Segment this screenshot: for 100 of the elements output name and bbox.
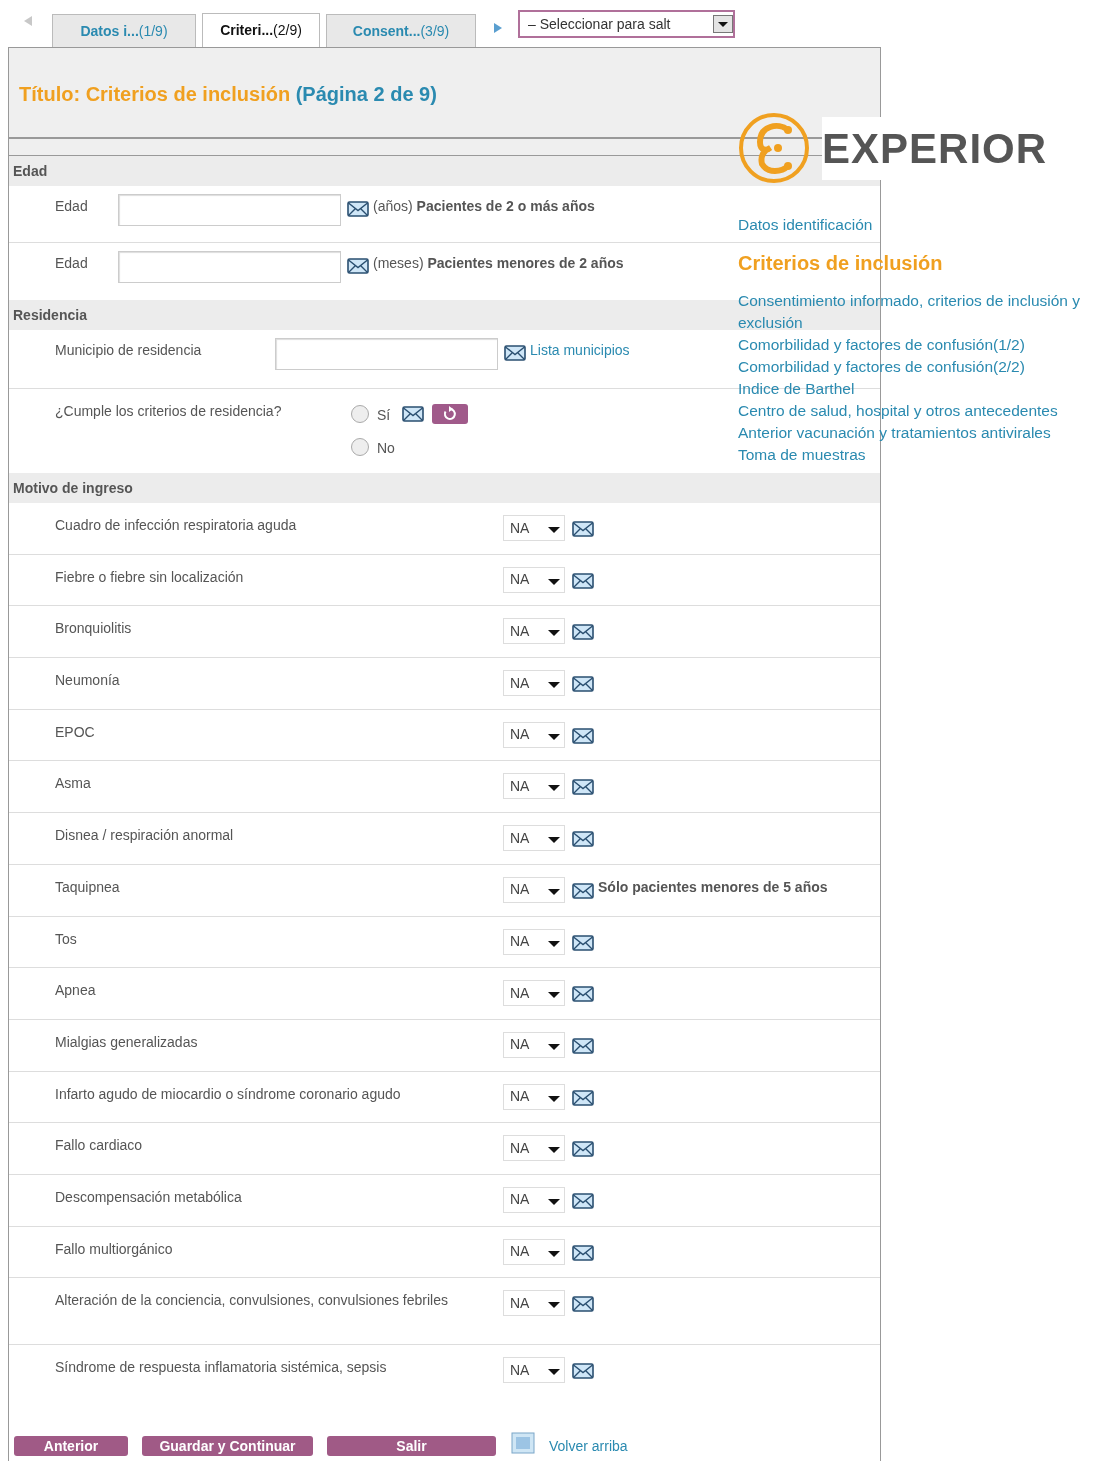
caret-icon[interactable] [546,1196,562,1207]
caret-icon[interactable] [546,1145,562,1156]
select-field[interactable]: NA [503,1357,565,1384]
form-button[interactable]: Salir [327,1436,496,1456]
envelope-icon[interactable] [572,779,594,796]
envelope-icon[interactable] [572,831,594,848]
back-to-top-link[interactable]: Volver arriba [549,1435,628,1457]
sidebar-link[interactable]: Toma de muestras [738,444,1120,466]
envelope-icon[interactable] [572,572,594,589]
field-label: Alteración de la conciencia, convulsiones, convulsiones febriles [55,1291,449,1311]
field-label: Asma [55,774,92,794]
field-label: Síndrome de respuesta inflamatoria sistémica, sepsis [55,1358,388,1378]
envelope-icon[interactable] [572,1089,594,1106]
select-field[interactable]: NA [503,1290,565,1317]
envelope-icon[interactable] [572,521,594,537]
envelope-icon[interactable] [572,624,594,641]
caret-icon[interactable] [546,1248,562,1259]
reset-button[interactable] [432,403,469,424]
envelope-icon[interactable] [572,1244,594,1261]
envelope-icon[interactable] [347,258,369,274]
sidebar-link[interactable]: Comorbilidad y factores de confusión(1/2) [738,334,1120,356]
caret-icon[interactable] [546,990,562,1001]
envelope-icon[interactable] [504,345,526,361]
select-field[interactable]: NA [503,1186,565,1213]
sidebar-link[interactable]: Anterior vacunación y tratamientos antivirales [738,422,1120,444]
field-label: Taquipnea [55,877,121,897]
envelope-icon[interactable] [572,882,594,899]
envelope-icon[interactable] [402,405,425,422]
caret-icon[interactable] [546,938,562,949]
caret-icon[interactable] [546,731,562,742]
field-label: Bronquiolitis [55,619,133,639]
caret-icon[interactable] [546,1093,562,1104]
radio-label: Sí [377,406,391,425]
sidebar-link[interactable]: Centro de salud, hospital y otros antecedentes [738,400,1120,422]
sidebar-link[interactable]: Consentimiento informado, criterios de inclusión y exclusión [738,290,1120,334]
sidebar-link[interactable]: Indice de Barthel [738,378,1120,400]
envelope-icon[interactable] [572,934,594,951]
caret-icon[interactable] [546,680,562,691]
radio-button[interactable] [351,437,369,456]
field-label: Fallo multiorgánico [55,1239,174,1259]
field-label: Neumonía [55,671,121,691]
right-arrow-icon[interactable] [492,22,504,34]
select-field[interactable]: NA [503,1135,565,1162]
text-field[interactable] [118,194,341,226]
sidebar-link[interactable]: Datos identificación [738,214,1120,236]
select-field[interactable]: NA [503,980,565,1007]
caret-icon[interactable] [546,576,562,587]
caret-icon[interactable] [546,1041,562,1052]
caret-icon[interactable] [546,628,562,639]
field-hint: (meses) Pacientes menores de 2 años [373,254,624,273]
select-field[interactable]: NA [503,1083,565,1110]
select-field[interactable]: NA [503,773,565,800]
text-field[interactable] [275,338,498,370]
section-heading: Edad [13,161,48,181]
tab[interactable]: Criteri...(2/9) [202,13,320,47]
radio-label: No [377,439,395,458]
field-label: Edad [55,254,89,273]
form-button[interactable]: Guardar y Continuar [142,1436,313,1456]
page-title: Título: Criterios de inclusión (Página 2 de 9) [19,81,437,107]
envelope-icon[interactable] [572,1037,594,1054]
envelope-icon[interactable] [572,1296,594,1313]
field-label: Fiebre o fiebre sin localización [55,567,245,587]
form-button[interactable]: Anterior [14,1436,128,1456]
field-label: Edad [55,197,89,216]
sidebar-link[interactable]: Comorbilidad y factores de confusión(2/2) [738,356,1120,378]
envelope-icon[interactable] [572,727,594,744]
field-label: Apnea [55,981,97,1001]
text-field[interactable] [118,251,341,283]
envelope-icon[interactable] [572,986,594,1003]
field-label: Disnea / respiración anormal [55,826,235,846]
caret-icon[interactable] [713,15,733,33]
caret-icon[interactable] [546,525,562,535]
field-label: EPOC [55,722,96,742]
envelope-icon[interactable] [572,1192,594,1209]
caret-icon[interactable] [546,886,562,897]
envelope-icon[interactable] [347,201,369,217]
select-field[interactable]: NA [503,825,565,852]
caret-icon[interactable] [546,1300,562,1311]
select-field[interactable]: NA [503,1238,565,1265]
select-field[interactable]: NA [503,876,565,903]
field-label: Cuadro de infección respiratoria aguda [55,516,298,535]
caret-icon[interactable] [546,783,562,794]
select-field[interactable]: NA [503,928,565,955]
radio-button[interactable] [351,404,369,423]
envelope-icon[interactable] [572,1363,594,1380]
section-heading: Motivo de ingreso [13,478,133,498]
caret-icon[interactable] [546,835,562,846]
select-field[interactable]: NA [503,618,565,645]
section-heading: Residencia [13,305,87,325]
envelope-icon[interactable] [572,1141,594,1158]
select-field[interactable]: NA [503,721,565,748]
jump-select[interactable]: – Seleccionar para salt [518,10,735,38]
envelope-icon[interactable] [572,676,594,693]
select-field[interactable]: NA [503,670,565,697]
municipality-list-link[interactable]: Lista municipios [530,340,630,360]
select-field[interactable]: NA [503,566,565,593]
select-field[interactable]: NA [503,1031,565,1058]
select-field[interactable]: NA [503,515,565,541]
field-label: Mialgias generalizadas [55,1032,199,1052]
caret-icon[interactable] [546,1367,562,1378]
